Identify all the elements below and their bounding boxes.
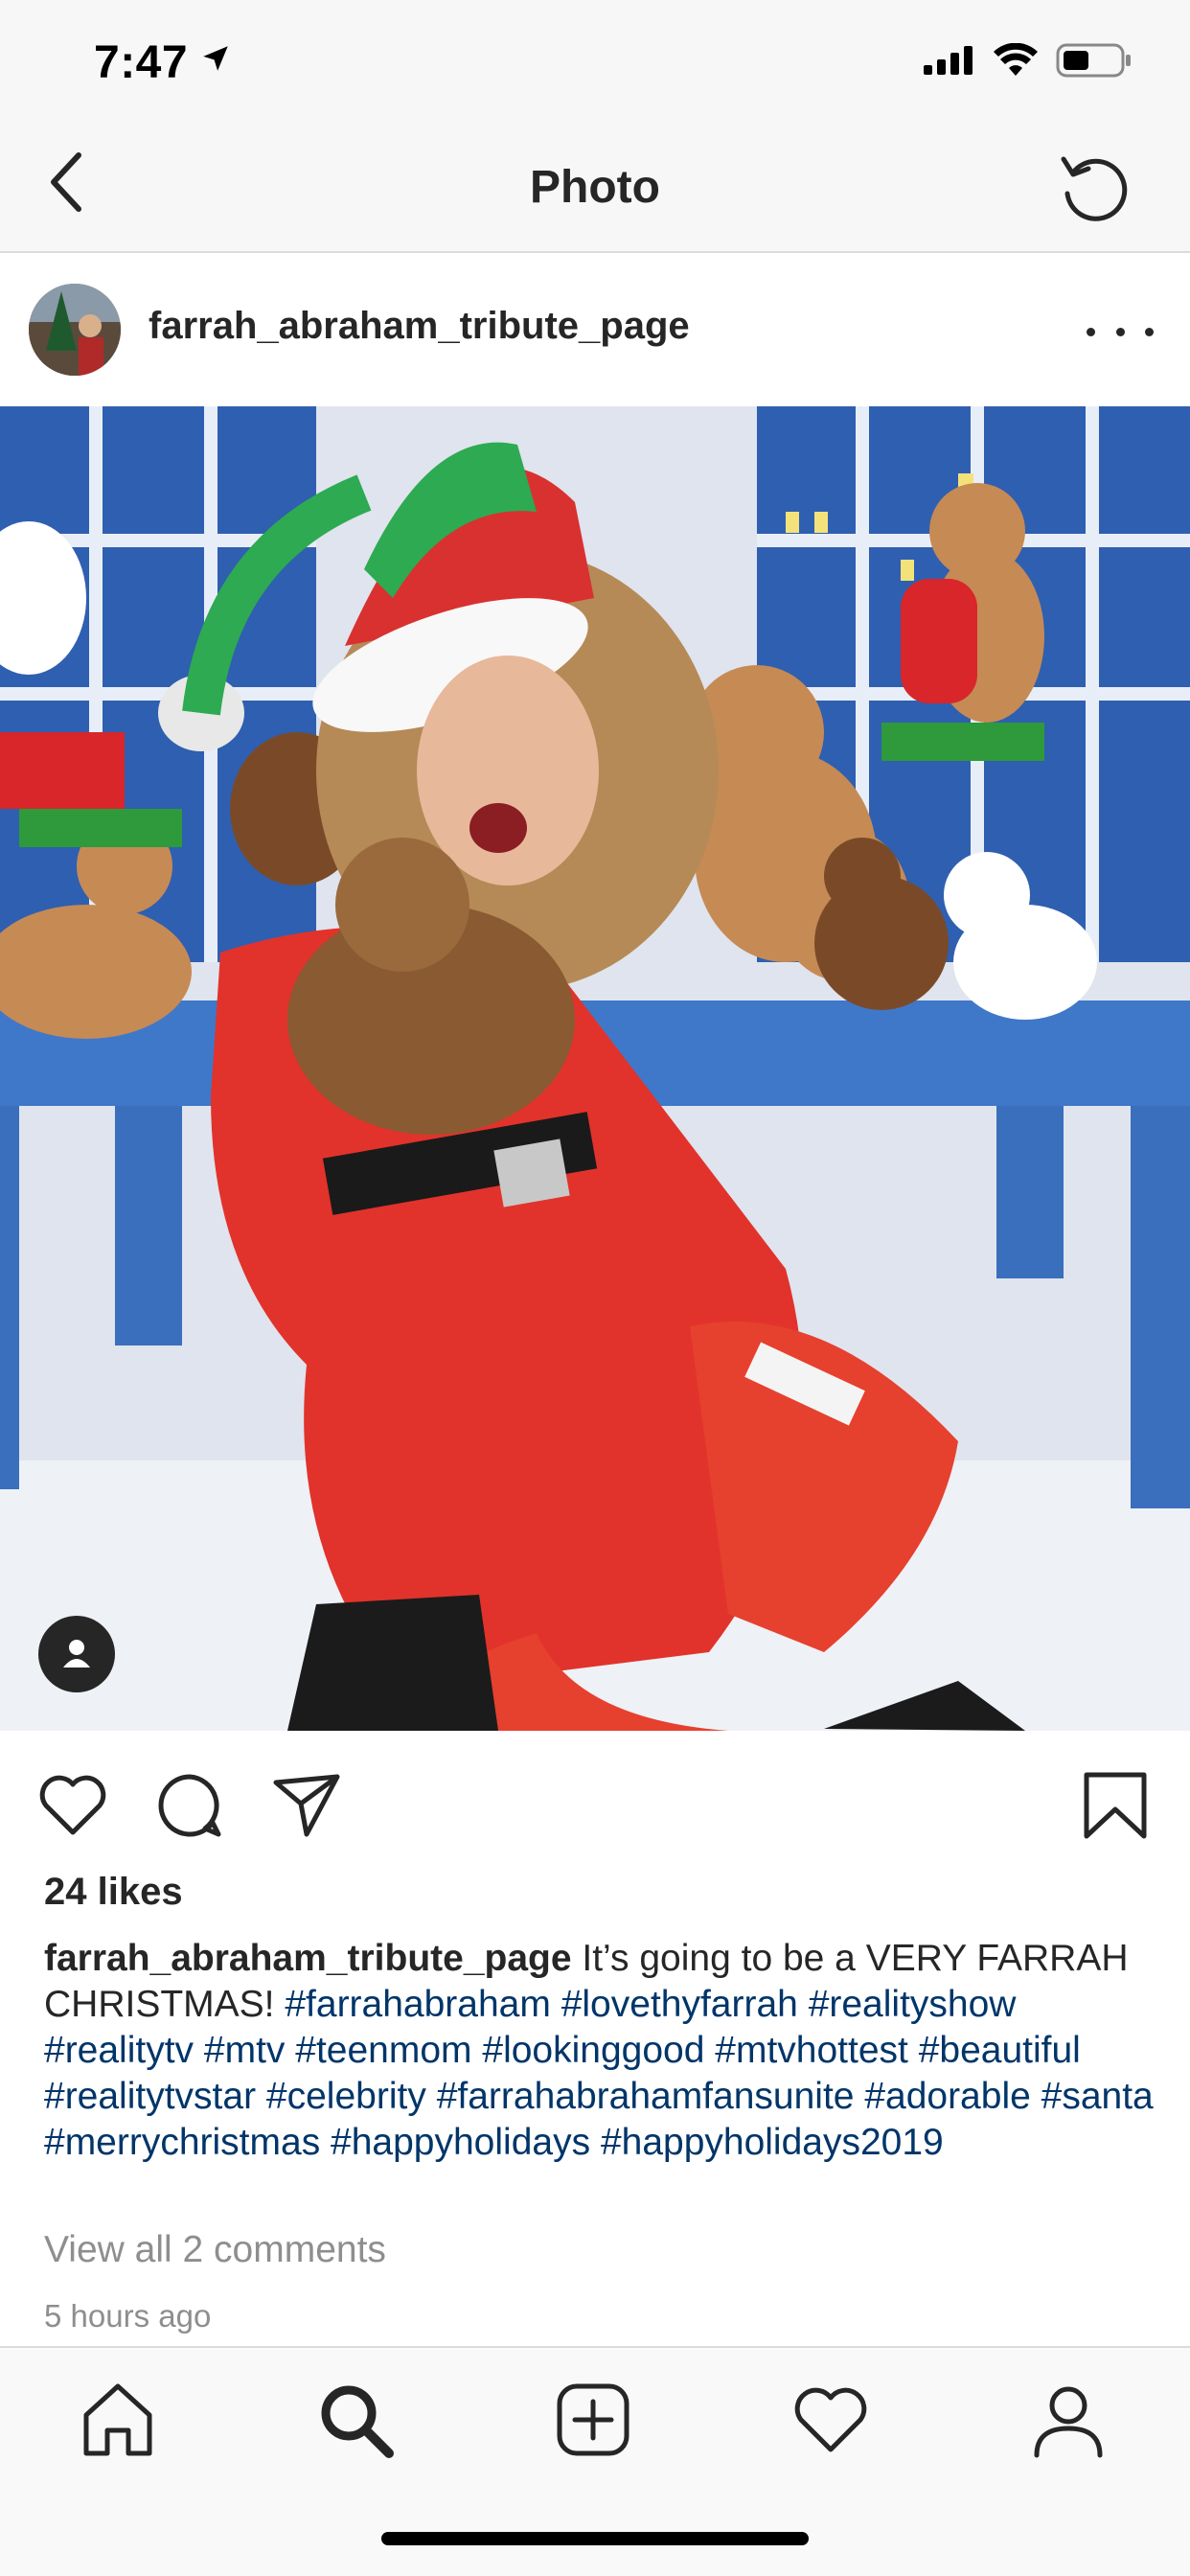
hashtag-link[interactable]: #adorable [864, 2076, 1030, 2117]
refresh-icon[interactable] [1056, 148, 1133, 224]
hashtag-link[interactable]: #realityshow [809, 1984, 1017, 2025]
bookmark-icon[interactable] [1077, 1767, 1154, 1844]
hashtag-link[interactable]: #celebrity [266, 2076, 426, 2117]
share-icon[interactable] [268, 1767, 345, 1844]
wifi-icon [994, 43, 1038, 76]
hashtag-link[interactable]: #happyholidays2019 [601, 2122, 944, 2163]
profile-icon[interactable] [1025, 2377, 1111, 2463]
hashtag-link[interactable]: #lovethyfarrah [561, 1984, 798, 2025]
home-indicator [381, 2532, 809, 2545]
post-caption: farrah_abraham_tribute_page It’s going t… [44, 1936, 1156, 2166]
status-time: 7:47 [94, 37, 189, 88]
heart-icon[interactable] [34, 1767, 111, 1844]
post-actions [0, 1731, 1190, 1874]
signal-icon [924, 46, 973, 75]
hashtag-link[interactable]: #teenmom [295, 2030, 471, 2071]
status-icons [924, 42, 1133, 79]
comment-icon[interactable] [151, 1767, 228, 1844]
caption-username[interactable]: farrah_abraham_tribute_page [44, 1938, 572, 1979]
hashtag-link[interactable]: #merrychristmas [44, 2122, 320, 2163]
view-comments-link[interactable]: View all 2 comments [44, 2229, 386, 2271]
user-tag-icon[interactable] [38, 1616, 115, 1692]
hashtag-link[interactable]: #realitytvstar [44, 2076, 256, 2117]
hashtag-link[interactable]: #lookinggood [482, 2030, 704, 2071]
hashtag-link[interactable]: #farrahabrahamfansunite [437, 2076, 855, 2117]
post-header: farrah_abraham_tribute_page [0, 255, 1190, 406]
hashtag-link[interactable]: #mtvhottest [715, 2030, 908, 2071]
battery-icon [1056, 43, 1131, 78]
hashtag-link[interactable]: #farrahabraham [285, 1984, 551, 2025]
search-icon[interactable] [312, 2377, 399, 2463]
hashtag-link[interactable]: #realitytv [44, 2030, 194, 2071]
hashtag-link[interactable]: #mtv [204, 2030, 286, 2071]
page-title: Photo [530, 162, 660, 213]
hashtag-link[interactable]: #beautiful [919, 2030, 1081, 2071]
location-arrow-icon [203, 46, 228, 71]
likes-count[interactable]: 24 likes [44, 1871, 183, 1914]
post-photo[interactable] [0, 406, 1190, 1731]
add-post-icon[interactable] [550, 2377, 636, 2463]
avatar[interactable] [29, 284, 121, 376]
post-timestamp: 5 hours ago [44, 2298, 212, 2334]
top-bar: 7:47 Photo [0, 0, 1190, 253]
home-icon[interactable] [75, 2377, 161, 2463]
more-horizontal-icon[interactable] [1087, 312, 1154, 351]
hashtag-link[interactable]: #santa [1041, 2076, 1154, 2117]
post-username[interactable]: farrah_abraham_tribute_page [149, 305, 690, 348]
activity-heart-icon[interactable] [788, 2377, 874, 2463]
hashtag-link[interactable]: #happyholidays [331, 2122, 590, 2163]
